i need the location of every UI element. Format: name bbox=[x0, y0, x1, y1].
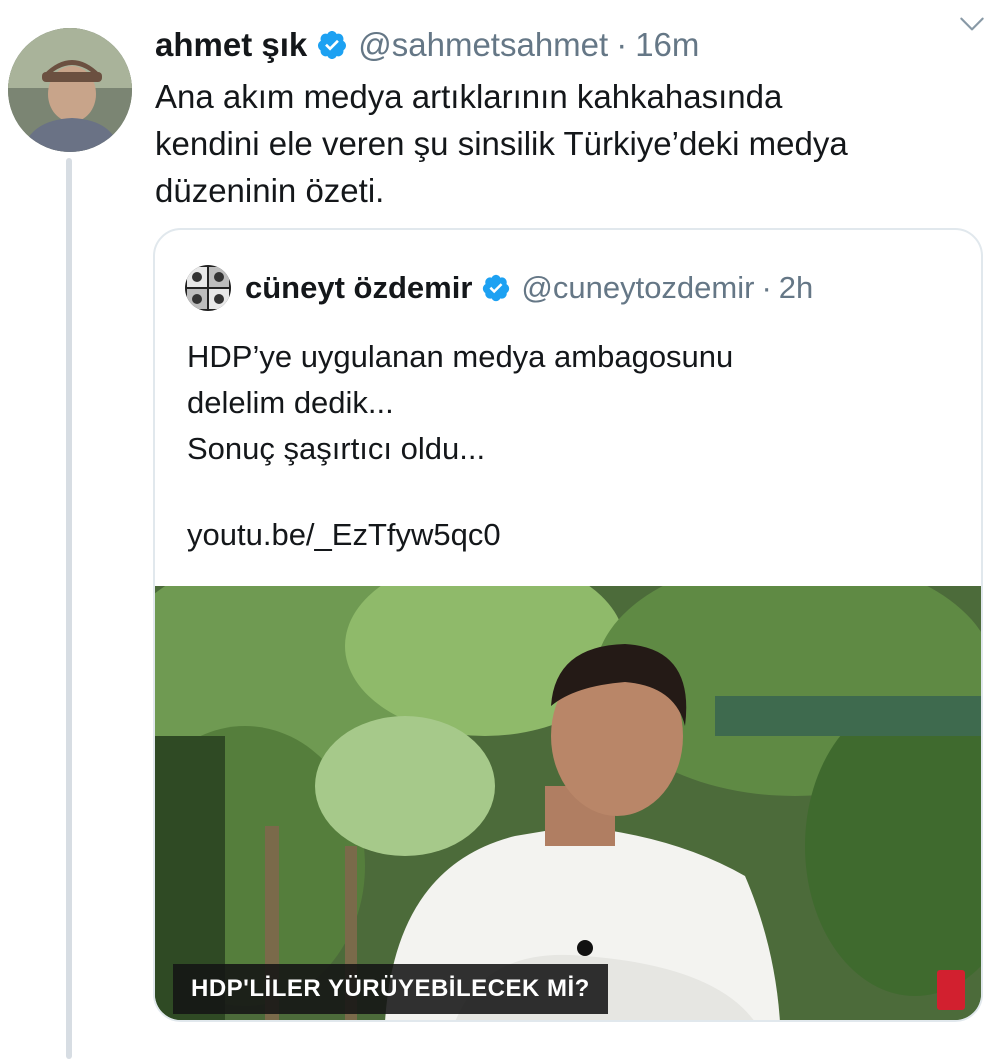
channel-logo-icon bbox=[937, 970, 965, 1010]
video-caption: HDP'LİLER YÜRÜYEBİLECEK Mİ? bbox=[173, 964, 608, 1014]
chevron-down-icon[interactable] bbox=[956, 8, 988, 40]
quoted-text-line: Sonuç şaşırtıcı oldu... bbox=[187, 431, 486, 466]
quoted-tweet-text: HDP’ye uygulanan medya ambagosunu deleli… bbox=[187, 334, 967, 558]
tweet-text-line: kendini ele veren şu sinsilik Türkiye’de… bbox=[155, 125, 848, 162]
tweet-header: ahmet şık @sahmetsahmet · 16m bbox=[155, 22, 980, 68]
quoted-tweet-card[interactable]: cüneyt özdemir @cuneytozdemir · 2h HDP’y… bbox=[153, 228, 983, 1022]
video-frame-image bbox=[155, 586, 981, 1020]
tweet-text-line: düzeninin özeti. bbox=[155, 172, 385, 209]
verified-badge-icon bbox=[483, 274, 510, 302]
tweet-text-line: Ana akım medya artıklarının kahkahasında bbox=[155, 78, 783, 115]
quoted-author-handle: @cuneytozdemir bbox=[521, 270, 755, 305]
quoted-text-line: delelim dedik... bbox=[187, 385, 394, 420]
quoted-timestamp: 2h bbox=[778, 270, 814, 305]
video-thumbnail[interactable]: HDP'LİLER YÜRÜYEBİLECEK Mİ? bbox=[155, 586, 981, 1020]
separator: · bbox=[761, 270, 772, 305]
timestamp[interactable]: 16m bbox=[635, 26, 699, 64]
thread-line bbox=[66, 158, 72, 1059]
verified-badge-icon bbox=[318, 31, 347, 59]
quoted-avatar bbox=[185, 265, 231, 311]
tweet-text: Ana akım medya artıklarının kahkahasında… bbox=[155, 73, 975, 214]
author-avatar-image bbox=[8, 28, 132, 152]
author-handle[interactable]: @sahmetsahmet bbox=[358, 26, 608, 64]
avatar[interactable] bbox=[8, 28, 132, 152]
quoted-text-line: HDP’ye uygulanan medya ambagosunu bbox=[187, 339, 734, 374]
video-link[interactable]: youtu.be/_EzTfyw5qc0 bbox=[187, 512, 967, 558]
author-name[interactable]: ahmet şık bbox=[155, 26, 307, 64]
quoted-avatar-image bbox=[185, 265, 231, 311]
separator: · bbox=[616, 26, 628, 63]
quoted-tweet-header: cüneyt özdemir @cuneytozdemir · 2h bbox=[185, 265, 814, 311]
quoted-author-name: cüneyt özdemir bbox=[245, 270, 473, 305]
